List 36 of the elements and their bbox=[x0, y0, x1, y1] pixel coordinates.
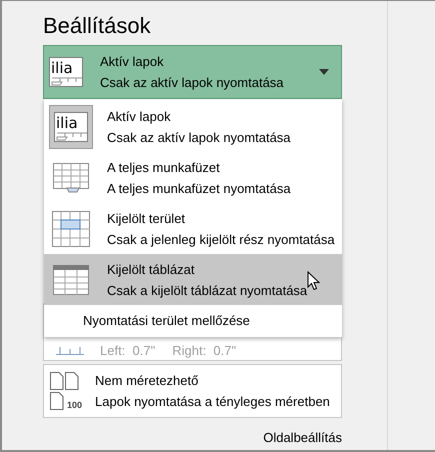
print-what-dropdown[interactable]: ilia Aktív lapok Csak az aktív lapok nyomtatása bbox=[43, 45, 342, 99]
scale-icon-label: 100 bbox=[67, 400, 82, 410]
dropdown-description: Csak az aktív lapok nyomtatása bbox=[100, 75, 285, 90]
section-title: Beállítások bbox=[43, 13, 152, 39]
sheet-tabs-icon bbox=[50, 77, 84, 86]
table-icon bbox=[53, 264, 89, 294]
mouse-cursor-icon bbox=[307, 271, 320, 291]
scaling-label: Nem méretezhető bbox=[95, 373, 200, 388]
icon-label: ilia bbox=[51, 60, 73, 76]
menu-item-label: Aktív lapok bbox=[107, 108, 172, 124]
menu-item-label: A teljes munkafüzet bbox=[107, 160, 221, 174]
menu-item-label: Kijelölt terület bbox=[107, 210, 186, 226]
menu-item-description: A teljes munkafüzet nyomtatása bbox=[107, 180, 291, 196]
right-margin-value: Right: 0.7" bbox=[172, 343, 236, 359]
menu-item[interactable]: Kijelölt terület Csak a jelenleg kijelölt rész nyomtatása bbox=[44, 203, 342, 254]
page-icon bbox=[50, 392, 64, 410]
dropdown-label: Aktív lapok bbox=[100, 54, 165, 69]
margins-icon bbox=[56, 347, 84, 355]
menu-item-description: Csak a kijelölt táblázat nyomtatása bbox=[107, 282, 308, 298]
scaling-dropdown[interactable]: 100 Nem méretezhető Lapok nyomtatása a tényleges méretben bbox=[43, 364, 342, 418]
selection-grid-icon bbox=[52, 210, 90, 246]
sheet-tabs-icon bbox=[55, 132, 89, 140]
pages-icon bbox=[50, 372, 80, 390]
dropdown-caret-icon bbox=[319, 69, 329, 75]
left-margin-value: Left: 0.7" bbox=[100, 343, 156, 359]
scaling-description: Lapok nyomtatása a tényleges méretben bbox=[95, 394, 330, 409]
menu-item-label: Kijelölt táblázat bbox=[107, 262, 196, 276]
workbook-icon bbox=[53, 162, 89, 192]
icon-label: ilia bbox=[56, 114, 78, 130]
menu-item[interactable]: A teljes munkafüzet A teljes munkafüzet nyomtatása bbox=[44, 152, 342, 203]
menu-item[interactable]: Nyomtatási terület mellőzése bbox=[44, 305, 342, 337]
menu-item-description: Csak a jelenleg kijelölt rész nyomtatása bbox=[107, 232, 335, 246]
menu-item[interactable]: ilia Aktív lapok Csak az aktív lapok nyomtatása bbox=[44, 101, 342, 152]
menu-item-description: Csak az aktív lapok nyomtatása bbox=[107, 130, 291, 144]
page-setup-link[interactable]: Oldalbeállítás bbox=[263, 428, 342, 448]
menu-item[interactable]: Kijelölt táblázat Csak a kijelölt táblázat nyomtatása bbox=[44, 254, 342, 305]
